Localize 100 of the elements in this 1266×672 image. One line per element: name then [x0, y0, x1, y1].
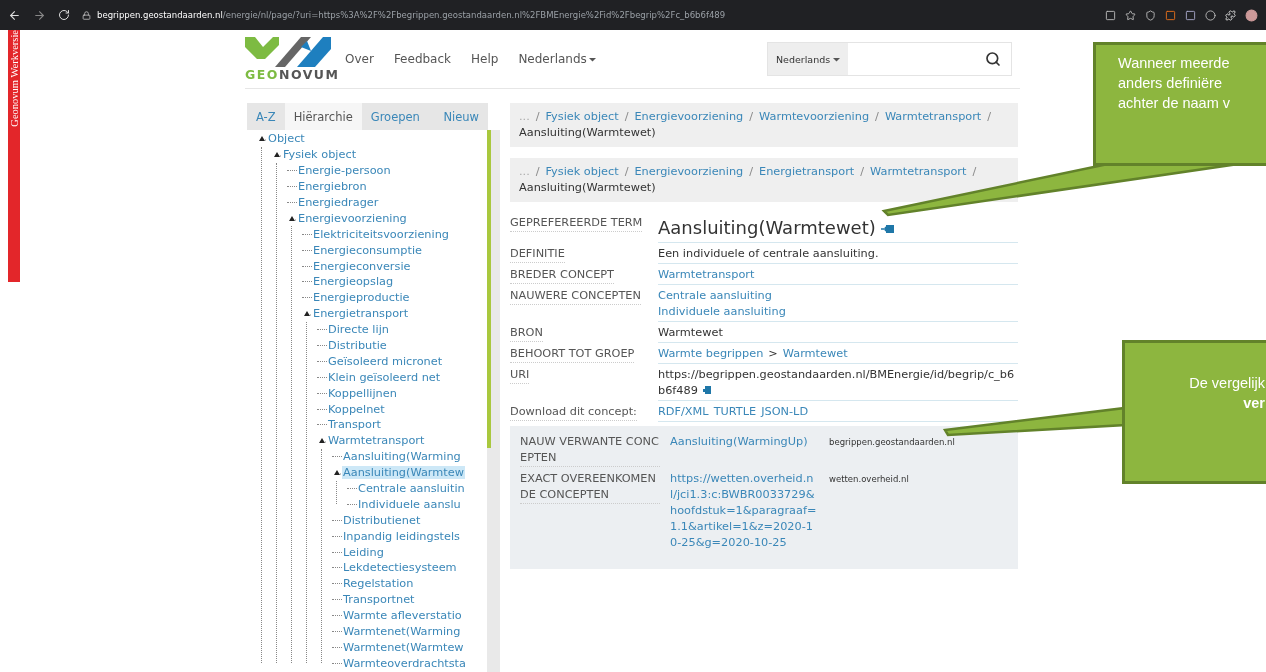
uri-value: https://begrippen.geostandaarden.nl/BMEnergie/id/begrip/c_b6b6f489: [658, 367, 1016, 399]
expanded-marker-icon[interactable]: [317, 437, 327, 445]
group-link[interactable]: Warmtewet: [782, 346, 848, 362]
expanded-marker-icon[interactable]: [302, 310, 312, 318]
concept-link[interactable]: Warmtetransport: [658, 267, 755, 283]
breadcrumb-separator: /: [860, 164, 865, 180]
tree-item[interactable]: Leiding: [342, 545, 385, 559]
tree-item[interactable]: Transportnet: [342, 593, 416, 607]
tab[interactable]: A-Z: [247, 103, 285, 130]
tree-item[interactable]: Directe lijn: [327, 323, 390, 337]
tree-item[interactable]: Koppelnet: [327, 402, 386, 416]
language-button[interactable]: Nederlands: [768, 43, 849, 75]
tree-item[interactable]: Distributie: [327, 339, 388, 352]
extension-icon[interactable]: [1145, 9, 1156, 21]
callout-text: Wanneer meerde: [1118, 54, 1231, 73]
tab[interactable]: Groepen: [361, 103, 429, 130]
extension-icon[interactable]: [1165, 9, 1176, 21]
breadcrumb-item: Aansluiting(Warmtewet): [519, 180, 656, 196]
tree-item[interactable]: Individuele aanslu: [357, 497, 462, 511]
tree-item[interactable]: Inpandig leidingstels: [342, 529, 461, 543]
tree-item[interactable]: Geïsoleerd micronet: [327, 354, 444, 368]
tree-item[interactable]: Energie-persoon: [297, 164, 392, 178]
breadcrumb-item[interactable]: Fysiek object: [545, 164, 619, 180]
tree-item[interactable]: Centrale aansluitin: [357, 482, 466, 496]
copy-icon[interactable]: [701, 384, 712, 394]
field-label: URI: [510, 367, 530, 384]
tree-item[interactable]: Distributienet: [342, 513, 422, 527]
concept-link[interactable]: Centrale aansluiting: [658, 288, 772, 304]
banner-text: Geonovum Werkversie: [8, 30, 20, 127]
search-field[interactable]: Nederlands: [767, 42, 1012, 76]
field-label: EXACT OVEREENKOMENDE CONCEPTEN: [520, 471, 660, 504]
tree-item[interactable]: Fysiek object: [282, 148, 358, 162]
tree-item[interactable]: Warmte afleverstatio: [342, 609, 463, 623]
expanded-marker-icon[interactable]: [332, 469, 342, 477]
tree-item[interactable]: Klein geïsoleerd net: [327, 370, 442, 384]
logo-text: GEO NOVUM: [245, 66, 335, 82]
breadcrumb-item[interactable]: Warmtevoorziening: [759, 109, 870, 125]
avatar-icon[interactable]: [1245, 8, 1258, 22]
tree-item[interactable]: Lekdetectiesysteem: [342, 561, 458, 575]
tab[interactable]: Nieuw: [428, 103, 488, 130]
tree-item[interactable]: Regelstation: [342, 577, 415, 591]
tree-item[interactable]: Object: [267, 132, 306, 146]
caret-icon: [588, 56, 596, 62]
extension-icon[interactable]: [1185, 9, 1196, 21]
nav-link[interactable]: Help: [471, 52, 499, 66]
path-separator: >: [768, 346, 778, 362]
breadcrumb-separator: /: [875, 109, 879, 125]
address-url[interactable]: begrippen.geostandaarden.nl/energie/nl/page/?uri=https%3A%2F%2Fbegrippen.geostandaarden.nl%2FBMEnergie%2Fid%2Fbegrip%2Fc_b6b6f489: [97, 10, 726, 20]
back-icon[interactable]: [8, 8, 21, 22]
callout-text: ver: [1243, 394, 1265, 413]
tree-item[interactable]: Warmtetransport: [327, 434, 426, 448]
breadcrumb-item[interactable]: Energietransport: [759, 164, 855, 180]
tree-item[interactable]: Koppellijnen: [327, 386, 398, 400]
expanded-marker-icon[interactable]: [272, 151, 282, 159]
scrollbar-thumb[interactable]: [487, 130, 491, 448]
extension-icon[interactable]: [1205, 9, 1216, 21]
tree-item[interactable]: Energieproductie: [312, 291, 411, 305]
reload-icon[interactable]: [58, 9, 70, 21]
concept-link[interactable]: RDF/XML: [658, 404, 709, 420]
breadcrumb-item[interactable]: Energievoorziening: [634, 109, 744, 125]
tree-item[interactable]: Elektriciteitsvoorziening: [312, 227, 450, 241]
nav-link[interactable]: Feedback: [393, 52, 452, 66]
tree-item[interactable]: Energiedrager: [297, 196, 380, 209]
tree-item[interactable]: Warmtenet(Warming: [342, 625, 462, 639]
concept-link[interactable]: TURTLE: [713, 404, 757, 420]
group-link[interactable]: Warmte begrippen: [658, 346, 764, 362]
breadcrumb-item[interactable]: Fysiek object: [545, 109, 619, 125]
forward-icon[interactable]: [33, 8, 46, 22]
tree-item[interactable]: Warmtenet(Warmtew: [342, 640, 465, 654]
puzzle-icon[interactable]: [1225, 9, 1236, 21]
tree-item[interactable]: Warmteoverdrachtsta: [342, 656, 467, 670]
tree-item[interactable]: Energieopslag: [312, 275, 395, 289]
star-icon[interactable]: [1125, 9, 1136, 21]
tree-item[interactable]: Energieconsumptie: [312, 243, 423, 257]
field-label: DEFINITIE: [510, 246, 565, 263]
concept-link[interactable]: Aansluiting(WarmingUp): [670, 434, 819, 450]
field-label: NAUWERE CONCEPTEN: [510, 288, 641, 305]
tree-item[interactable]: Transport: [327, 418, 382, 432]
nav-link[interactable]: Over: [345, 52, 374, 66]
breadcrumb-item[interactable]: Energievoorziening: [634, 164, 744, 180]
concept-link[interactable]: JSON-LD: [761, 404, 809, 420]
breadcrumb-item[interactable]: Warmtetransport: [870, 164, 967, 180]
tree-item[interactable]: Energiebron: [297, 180, 368, 194]
concept-link[interactable]: https://wetten.overheid.nl/jci1.3:c:BWBR0033729&hoofdstuk=1&paragraaf=1.1&artikel=1&z=2020-10-25&g=2020-10-25: [670, 471, 819, 551]
nav-link[interactable]: Nederlands: [518, 52, 596, 66]
tree-item[interactable]: Energietransport: [312, 307, 410, 321]
breadcrumb-separator: /: [624, 109, 629, 125]
source-domain: wetten.overheid.nl: [829, 473, 910, 486]
tree-item[interactable]: Aansluiting(Warming: [342, 450, 462, 464]
tree-item[interactable]: Energievoorziening: [297, 211, 408, 225]
concept-link[interactable]: Individuele aansluiting: [658, 304, 786, 320]
tree-item[interactable]: Energieconversie: [312, 259, 412, 273]
tree-item[interactable]: Aansluiting(Warmtew: [342, 466, 465, 480]
expanded-marker-icon[interactable]: [287, 214, 297, 222]
expanded-marker-icon[interactable]: [257, 135, 267, 143]
breadcrumb-item[interactable]: Warmtetransport: [884, 109, 982, 125]
tab[interactable]: Hiërarchie: [284, 103, 362, 130]
breadcrumb-item: ...: [519, 164, 530, 180]
link-icon[interactable]: [880, 222, 895, 234]
breadcrumb-separator: /: [749, 109, 754, 125]
